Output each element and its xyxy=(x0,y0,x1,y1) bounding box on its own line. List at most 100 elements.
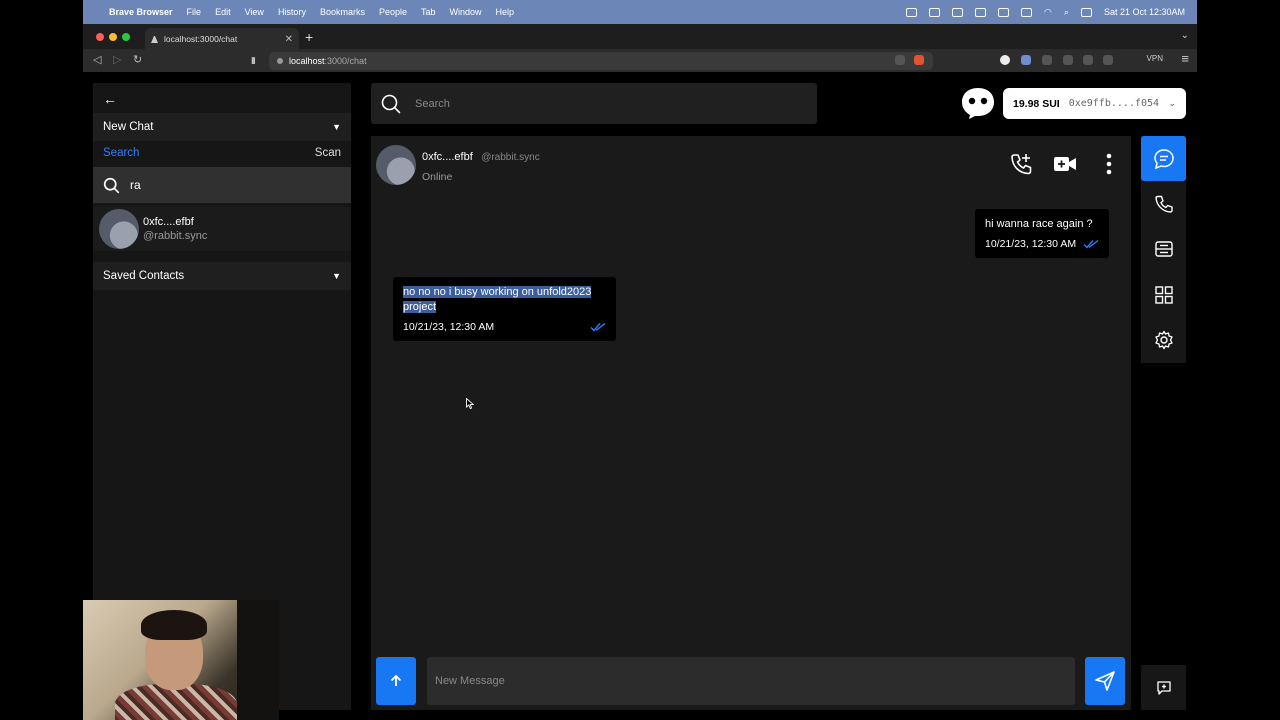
status-icon[interactable] xyxy=(998,7,1010,17)
extension-icon[interactable] xyxy=(1021,55,1031,65)
browser-tab[interactable]: localhost:3000/chat ✕ xyxy=(145,28,299,50)
bookmark-icon[interactable]: ▮ xyxy=(251,55,256,66)
nav-apps-button[interactable] xyxy=(1141,272,1186,317)
avatar xyxy=(99,209,139,249)
nav-chats-button[interactable] xyxy=(1141,136,1186,181)
webcam-background xyxy=(237,600,279,720)
card-icon xyxy=(1154,240,1173,257)
arrow-up-icon xyxy=(390,674,402,686)
menubar-item[interactable]: View xyxy=(245,7,264,17)
contact-name: 0xfc....efbf xyxy=(422,151,473,163)
menubar-item[interactable]: Edit xyxy=(215,7,231,17)
forward-nav-icon[interactable]: ▷ xyxy=(113,53,121,66)
browser-toolbar: ◁ ▷ ↻ ▮ localhost :3000/chat VPN ≡ xyxy=(83,50,1197,72)
menubar-datetime[interactable]: Sat 21 Oct 12:30AM xyxy=(1104,7,1185,17)
saved-contacts-dropdown[interactable]: Saved Contacts ▼ xyxy=(93,262,351,290)
message-outgoing[interactable]: hi wanna race again ? 10/21/23, 12:30 AM xyxy=(975,209,1109,258)
site-info-icon[interactable] xyxy=(277,58,283,64)
message-text: hi wanna race again ? xyxy=(985,218,1093,230)
global-search-input[interactable]: Search xyxy=(371,83,817,124)
right-nav xyxy=(1141,136,1186,363)
contact-username: @rabbit.sync xyxy=(481,152,540,163)
nav-cards-button[interactable] xyxy=(1141,226,1186,271)
control-center-icon[interactable] xyxy=(1080,7,1092,17)
arrow-left-icon[interactable]: ← xyxy=(103,91,117,107)
new-message-button[interactable] xyxy=(1141,665,1186,710)
menubar-app-name[interactable]: Brave Browser xyxy=(109,7,173,17)
avatar xyxy=(376,145,416,185)
close-window-button[interactable] xyxy=(96,33,104,41)
sidebar-icon[interactable] xyxy=(1083,55,1093,65)
wallet-address: 0xe9ffb....f054 xyxy=(1068,98,1160,109)
url-path: :3000/chat xyxy=(324,56,367,66)
menubar-item[interactable]: History xyxy=(278,7,306,17)
tab-list-chevron-icon[interactable]: ⌄ xyxy=(1181,30,1189,41)
spotlight-icon[interactable]: ⌕ xyxy=(1064,7,1069,18)
search-result-item[interactable]: 0xfc....efbf @rabbit.sync xyxy=(93,207,351,251)
send-button[interactable] xyxy=(1085,657,1125,705)
vpn-button[interactable]: VPN xyxy=(1147,54,1163,63)
phone-plus-icon[interactable] xyxy=(1008,151,1034,177)
search-icon xyxy=(381,94,401,113)
status-icon[interactable] xyxy=(929,7,941,17)
minimize-window-button[interactable] xyxy=(109,33,117,41)
chat-header[interactable]: 0xfc....efbf @rabbit.sync Online xyxy=(376,145,540,185)
new-chat-dropdown[interactable]: New Chat ▼ xyxy=(93,113,351,141)
menubar-item[interactable]: Tab xyxy=(421,7,436,17)
tab-scan[interactable]: Scan xyxy=(315,147,341,159)
extension-icon[interactable] xyxy=(1063,55,1073,65)
tab-search[interactable]: Search xyxy=(103,147,139,159)
result-username: @rabbit.sync xyxy=(143,230,208,242)
new-tab-button[interactable]: + xyxy=(305,29,313,45)
tab-title: localhost:3000/chat xyxy=(164,34,238,44)
address-bar[interactable]: localhost :3000/chat xyxy=(269,52,933,70)
contact-status: Online xyxy=(422,171,453,183)
chevron-down-icon: ▼ xyxy=(332,271,341,281)
menubar-item[interactable]: Help xyxy=(496,7,515,17)
message-incoming[interactable]: no no no i busy working on unfold2023 pr… xyxy=(393,277,616,341)
contact-search-value: ra xyxy=(130,178,141,192)
menubar-item[interactable]: File xyxy=(187,7,202,17)
wallet-icon[interactable] xyxy=(1103,55,1113,65)
app-logo-icon[interactable] xyxy=(960,86,996,120)
message-input[interactable]: New Message xyxy=(427,657,1075,705)
nav-settings-button[interactable] xyxy=(1141,317,1186,362)
more-vertical-icon[interactable] xyxy=(1096,151,1122,177)
zoom-window-button[interactable] xyxy=(122,33,130,41)
message-time: 10/21/23, 12:30 AM xyxy=(403,321,495,333)
chevron-down-icon: ▼ xyxy=(332,122,341,132)
message-input-placeholder: New Message xyxy=(435,675,505,687)
double-check-icon xyxy=(1083,239,1099,249)
wallet-button[interactable]: 19.98 SUI 0xe9ffb....f054 ⌄ xyxy=(1003,88,1186,119)
browser-menu-icon[interactable]: ≡ xyxy=(1181,51,1189,66)
brave-shields-icon[interactable] xyxy=(914,55,924,65)
attach-button[interactable] xyxy=(376,657,416,705)
status-icon[interactable] xyxy=(975,7,987,17)
extension-icon[interactable] xyxy=(1042,55,1052,65)
new-chat-label: New Chat xyxy=(103,121,154,133)
extension-icon[interactable] xyxy=(1000,55,1010,65)
camera-status-icon[interactable] xyxy=(952,7,964,17)
chevron-down-icon: ⌄ xyxy=(1168,98,1176,108)
menubar-item[interactable]: Bookmarks xyxy=(320,7,365,17)
reload-icon[interactable]: ↻ xyxy=(133,53,142,66)
result-name: 0xfc....efbf xyxy=(143,216,194,228)
battery-icon[interactable] xyxy=(1021,7,1033,17)
message-time: 10/21/23, 12:30 AM xyxy=(985,238,1077,250)
nav-calls-button[interactable] xyxy=(1141,181,1186,226)
menubar-item[interactable]: Window xyxy=(450,7,482,17)
wallet-balance: 19.98 SUI xyxy=(1013,97,1060,110)
video-camera-icon[interactable] xyxy=(1052,151,1078,177)
close-tab-icon[interactable]: ✕ xyxy=(285,34,293,45)
message-plus-icon xyxy=(1156,680,1171,695)
wifi-icon[interactable]: ◠ xyxy=(1044,7,1052,18)
menubar-item[interactable]: People xyxy=(379,7,407,17)
webcam-person xyxy=(141,610,207,640)
url-host: localhost xyxy=(289,56,325,66)
back-nav-icon[interactable]: ◁ xyxy=(93,53,101,66)
status-icon[interactable] xyxy=(906,7,918,17)
share-icon[interactable] xyxy=(895,55,905,65)
contact-search-input[interactable]: ra xyxy=(93,167,351,203)
phone-icon xyxy=(1154,195,1173,213)
webcam-overlay xyxy=(83,600,279,720)
